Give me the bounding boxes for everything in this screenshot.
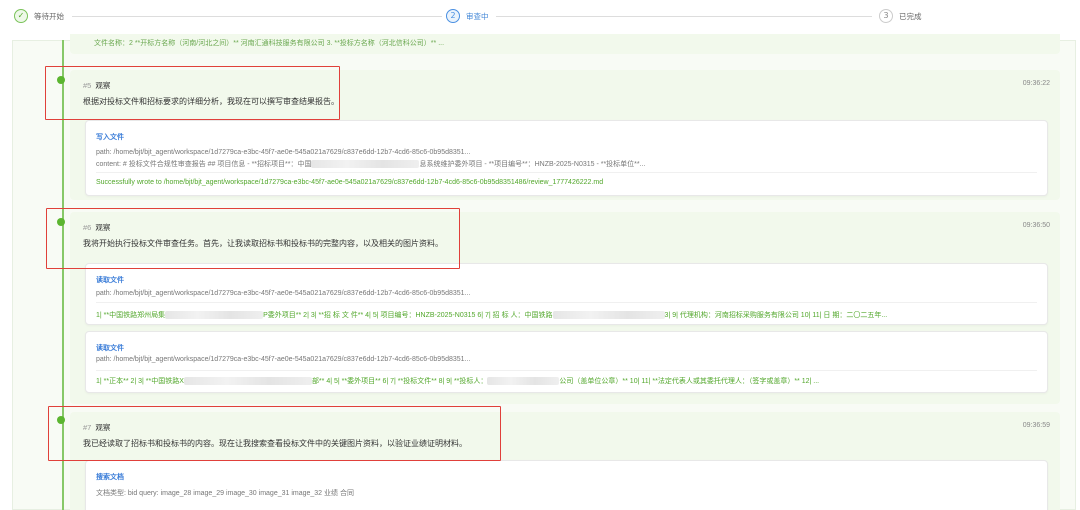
step-number: 2 xyxy=(446,9,460,23)
step-waiting: ✓ 等待开始 xyxy=(14,9,64,23)
tool-path: path: /home/bjt/bjt_agent/workspace/1d72… xyxy=(96,356,471,363)
tool-path: path: /home/bjt/bjt_agent/workspace/1d72… xyxy=(96,290,471,297)
step-connector xyxy=(72,16,442,17)
tool-result: 1| **中国铁路郑州局集 P委外项目** 2| 3| **招 标 文 件** 4… xyxy=(96,311,888,320)
observation-header: #7 观察 xyxy=(83,423,111,432)
step-number: 3 xyxy=(879,9,893,23)
divider xyxy=(96,172,1037,173)
step-completed: 3 已完成 xyxy=(879,9,922,23)
tool-result: 1| **正本** 2| 3| **中国铁路X 部** 4| 5| **委外项目*… xyxy=(96,377,820,386)
tool-result: Successfully wrote to /home/bjt/bjt_agen… xyxy=(96,179,604,186)
tool-name[interactable]: 读取文件 xyxy=(96,343,124,353)
observation-desc: 我已经读取了招标书和投标书的内容。现在让我搜索查看投标文件中的关键图片资料，以验… xyxy=(83,439,467,448)
timeline-dot xyxy=(57,76,65,84)
tool-content: content: # 投标文件合规性审查报告 ## 项目信息 - **招标项目*… xyxy=(96,160,646,169)
step-connector xyxy=(496,16,872,17)
tool-name[interactable]: 写入文件 xyxy=(96,132,124,142)
observation-time: 09:36:50 xyxy=(1022,222,1050,229)
observation-desc: 根据对投标文件和招标要求的详细分析，我现在可以撰写审查结果报告。 xyxy=(83,97,339,106)
redacted-block xyxy=(311,160,420,169)
step-reviewing: 2 审查中 xyxy=(446,9,489,23)
divider xyxy=(96,370,1037,371)
tool-name[interactable]: 读取文件 xyxy=(96,275,124,285)
step-label: 等待开始 xyxy=(34,11,64,21)
observation-desc: 我将开始执行投标文件审查任务。首先，让我读取招标书和投标书的完整内容，以及相关的… xyxy=(83,239,443,248)
tool-call-read-file[interactable]: 读取文件 path: /home/bjt/bjt_agent/workspace… xyxy=(85,263,1048,325)
observation-time: 09:36:22 xyxy=(1022,80,1050,87)
timeline-rail xyxy=(62,40,64,510)
observation-header: #5 观察 xyxy=(83,81,111,90)
progress-stepper: ✓ 等待开始 2 审查中 3 已完成 xyxy=(0,0,1080,34)
tool-query: 文档类型: bid query: image_28 image_29 image… xyxy=(96,490,354,497)
redacted-block xyxy=(487,377,560,386)
tool-path: path: /home/bjt/bjt_agent/workspace/1d72… xyxy=(96,149,471,156)
tool-call-write-file[interactable]: 写入文件 path: /home/bjt/bjt_agent/workspace… xyxy=(85,120,1048,196)
redacted-block xyxy=(183,377,312,386)
redacted-block xyxy=(165,311,264,320)
timeline-dot xyxy=(57,218,65,226)
tool-name[interactable]: 搜索文档 xyxy=(96,472,124,482)
observation-header: #6 观察 xyxy=(83,223,111,232)
previous-result-text: 文件名称：2 **开标方名称（河南/河北之间）** 河南汇通科技服务有限公司 3… xyxy=(94,40,445,47)
observation-time: 09:36:59 xyxy=(1022,422,1050,429)
step-label: 已完成 xyxy=(899,11,922,21)
tool-call-read-file[interactable]: 读取文件 path: /home/bjt/bjt_agent/workspace… xyxy=(85,331,1048,393)
check-icon: ✓ xyxy=(14,9,28,23)
redacted-block xyxy=(552,311,665,320)
timeline-dot xyxy=(57,416,65,424)
step-label: 审查中 xyxy=(466,11,489,21)
tool-call-search-docs[interactable]: 搜索文档 文档类型: bid query: image_28 image_29 … xyxy=(85,460,1048,510)
divider xyxy=(96,302,1037,303)
